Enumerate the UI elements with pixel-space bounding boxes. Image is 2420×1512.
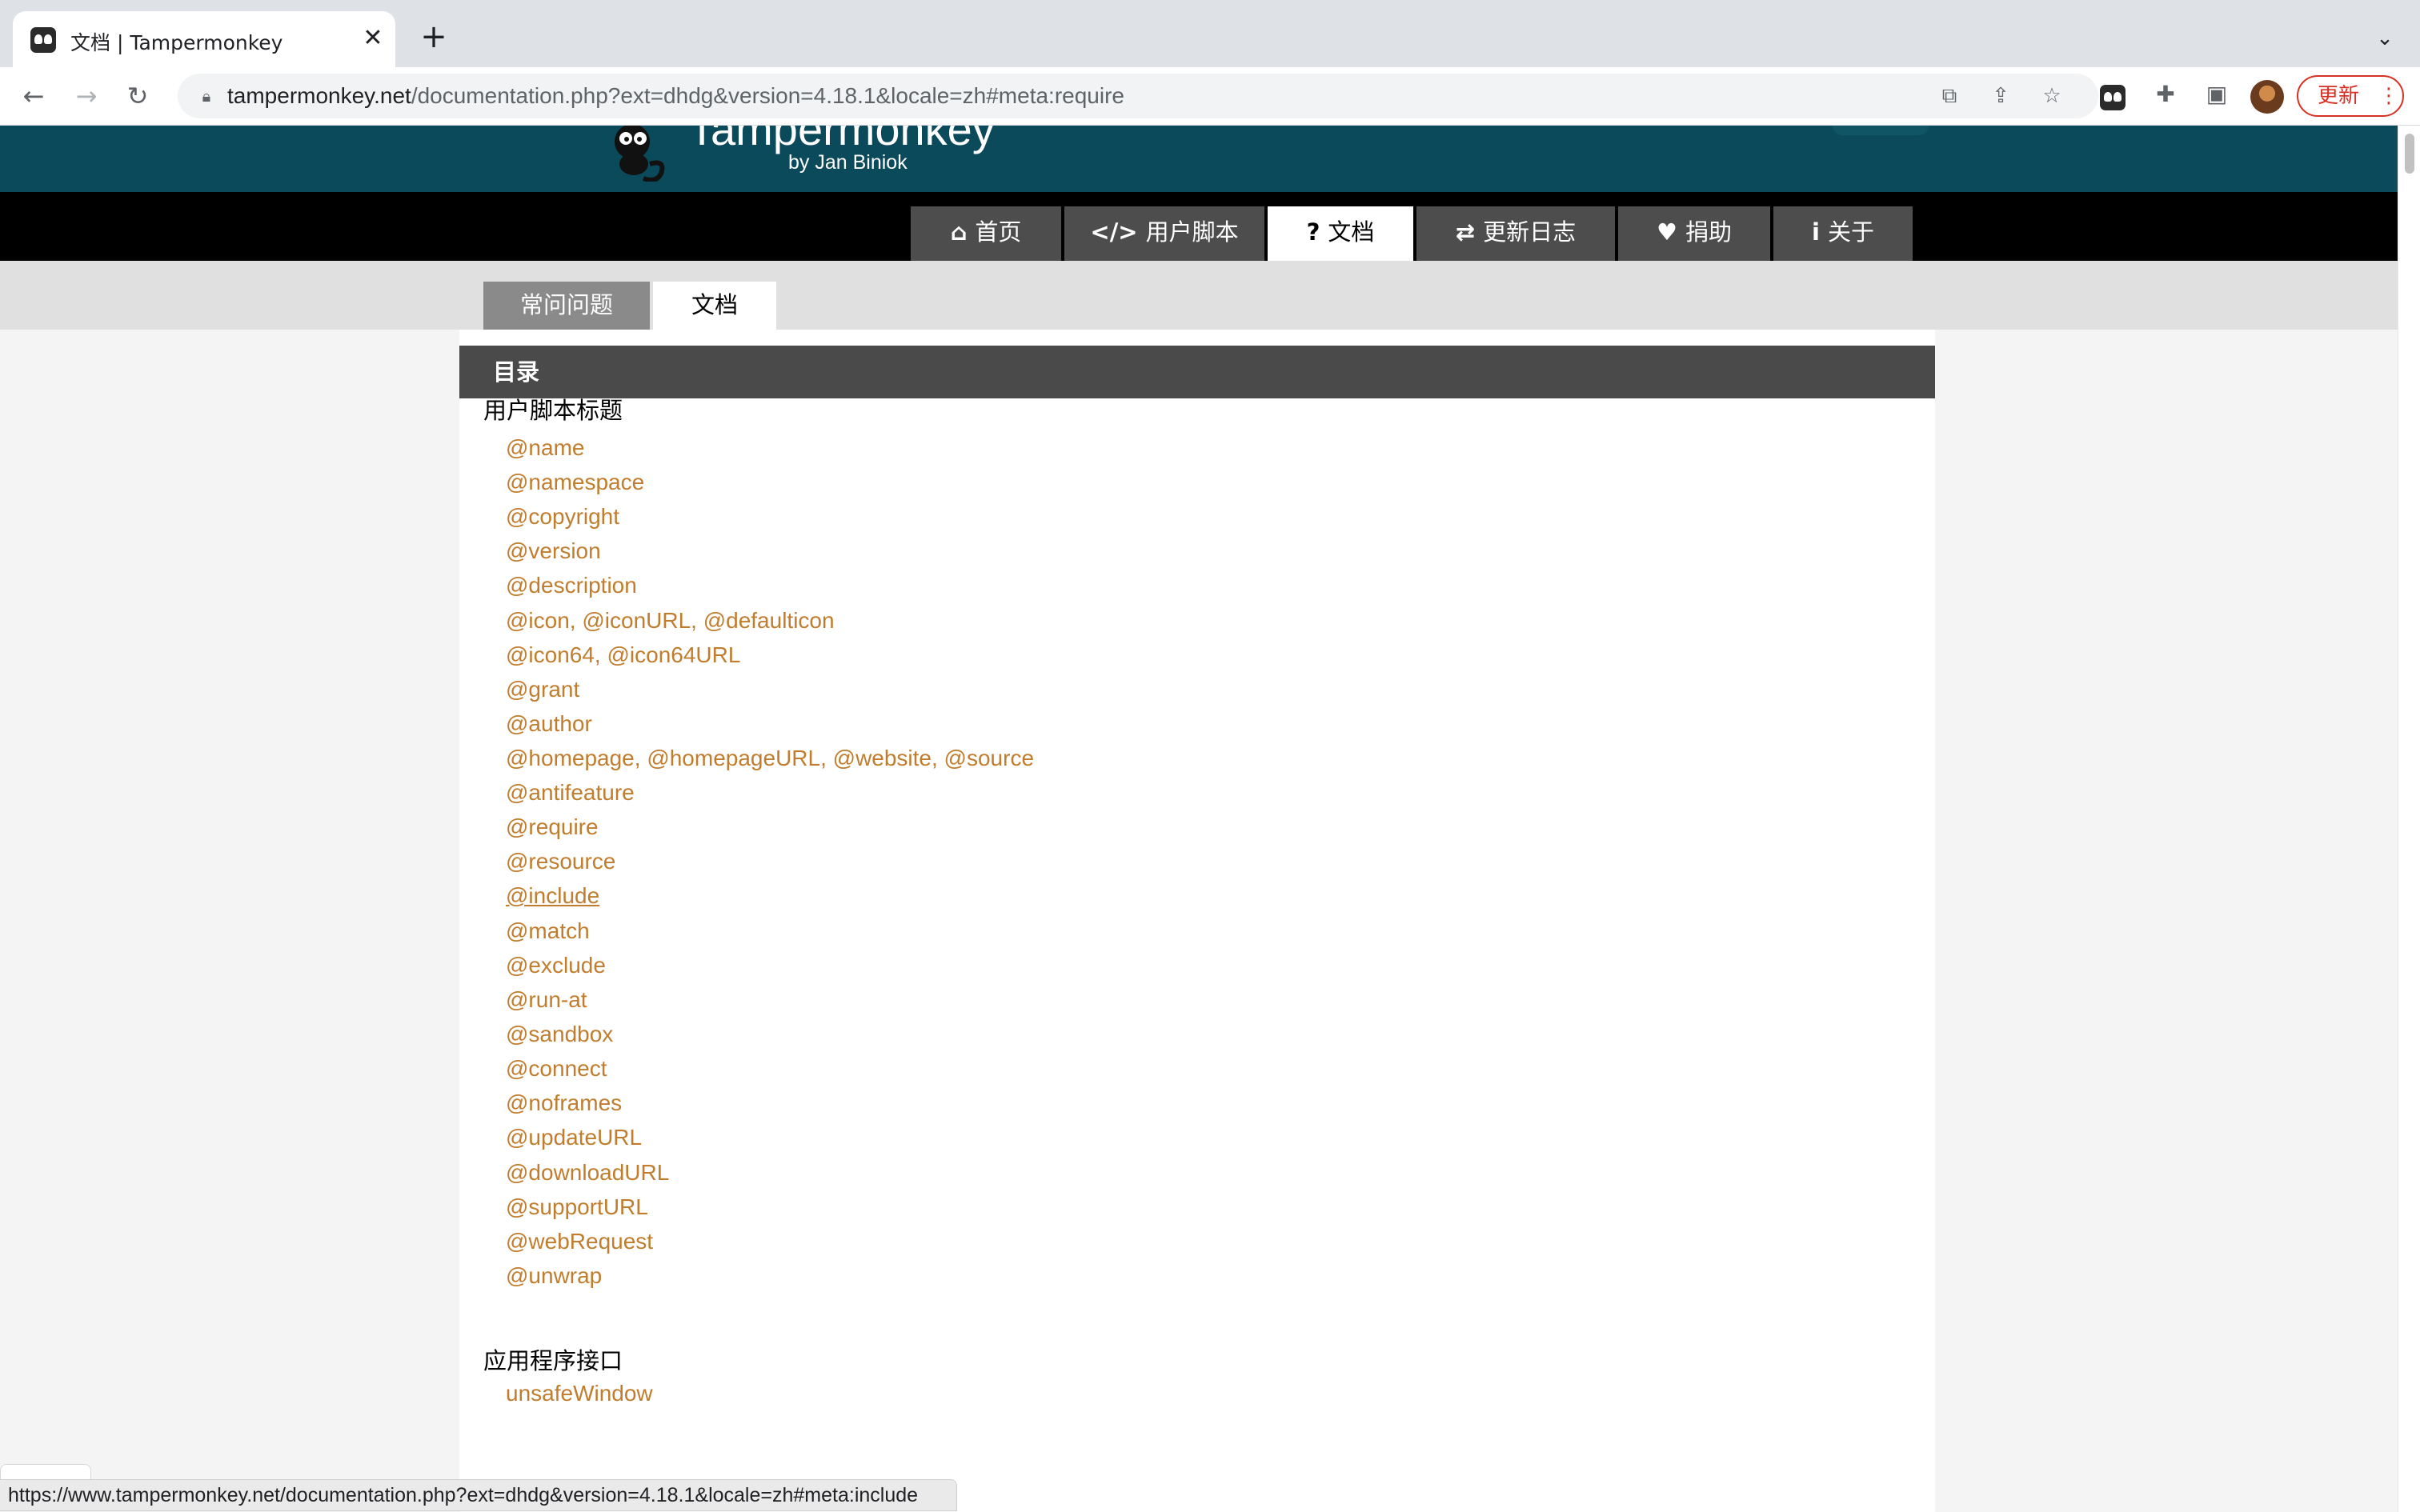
nav-item-label: 更新日志	[1483, 218, 1577, 246]
section-title-api: 应用程序接口	[483, 1347, 623, 1374]
page-scrollbar[interactable]	[2398, 126, 2420, 1512]
more-menu-icon[interactable]: ⋮	[2378, 77, 2399, 115]
toc-link[interactable]: @antifeature	[506, 778, 635, 807]
toc-link[interactable]: @run-at	[506, 986, 587, 1014]
nav-item-changelog[interactable]: ⇄ 更新日志	[1416, 206, 1615, 261]
header-decoration	[1833, 126, 1929, 135]
tampermonkey-extension-icon[interactable]	[2100, 85, 2126, 110]
toc-link[interactable]: @copyright	[506, 502, 619, 531]
nav-item-label: 关于	[1827, 218, 1874, 246]
side-panel-icon[interactable]: ▣	[2201, 78, 2233, 110]
toc-link[interactable]: @namespace	[506, 468, 644, 497]
toc-link[interactable]: @name	[506, 434, 584, 462]
toc-link[interactable]: @connect	[506, 1054, 607, 1083]
nav-item-about[interactable]: i 关于	[1773, 206, 1913, 261]
toc-link[interactable]: @exclude	[506, 951, 606, 980]
toc-link[interactable]: @description	[506, 571, 637, 600]
link-status-bar: https://www.tampermonkey.net/documentati…	[0, 1479, 957, 1511]
tab-strip: 文档 | Tampermonkey ✕ + ⌄	[0, 0, 2420, 67]
tampermonkey-favicon-icon	[30, 27, 56, 53]
translate-icon[interactable]: ⧉	[1935, 82, 1964, 110]
url-text[interactable]: tampermonkey.net/documentation.php?ext=d…	[227, 83, 1124, 109]
toc-link[interactable]: @resource	[506, 847, 615, 876]
site-logo-byline: by Jan Biniok	[788, 151, 908, 174]
documentation-content: 目录 用户脚本标题 @name @namespace @copyright @v…	[459, 330, 1935, 1512]
nav-item-label: 首页	[975, 218, 1022, 246]
tab-faq[interactable]: 常问问题	[483, 282, 650, 330]
nav-item-donate[interactable]: ♥ 捐助	[1618, 206, 1770, 261]
toc-link[interactable]: @sandbox	[506, 1020, 613, 1049]
exchange-icon: ⇄	[1455, 218, 1476, 246]
toc-link[interactable]: @author	[506, 710, 592, 738]
toc-link[interactable]: @webRequest	[506, 1227, 653, 1256]
scrollbar-thumb[interactable]	[2405, 134, 2414, 174]
nav-item-docs[interactable]: ? 文档	[1268, 206, 1413, 261]
toc-link[interactable]: @icon64, @icon64URL	[506, 641, 740, 670]
toc-link[interactable]: @grant	[506, 675, 579, 704]
toc-link[interactable]: @homepage, @homepageURL, @website, @sour…	[506, 744, 1034, 773]
toc-link[interactable]: @icon, @iconURL, @defaulticon	[506, 606, 835, 635]
extensions-puzzle-icon[interactable]: ✚	[2150, 78, 2182, 110]
forward-arrow-icon[interactable]: →	[69, 78, 104, 114]
toc-link[interactable]: @require	[506, 813, 599, 842]
page-viewport: Tampermonkey by Jan Biniok ⌂ 首页 </> 用户脚本 ?…	[0, 126, 2398, 1512]
status-decoration	[0, 1464, 91, 1481]
toc-link[interactable]: @downloadURL	[506, 1158, 669, 1187]
main-nav: ⌂ 首页 </> 用户脚本 ? 文档 ⇄ 更新日志 ♥ 捐助 i 关于	[0, 192, 2398, 261]
toc-link[interactable]: @noframes	[506, 1089, 622, 1118]
toc-link[interactable]: @unwrap	[506, 1262, 602, 1290]
sub-nav: 常问问题 文档	[0, 261, 2398, 330]
info-icon: i	[1812, 218, 1820, 246]
home-icon: ⌂	[950, 218, 968, 246]
toc-heading: 目录	[459, 346, 1935, 398]
lock-icon[interactable]: 🔒︎	[195, 85, 218, 107]
site-header: Tampermonkey by Jan Biniok	[0, 126, 2398, 192]
nav-item-label: 捐助	[1685, 218, 1732, 246]
new-tab-button[interactable]: +	[416, 19, 451, 54]
browser-tab[interactable]: 文档 | Tampermonkey ✕	[13, 11, 395, 67]
tab-documentation[interactable]: 文档	[653, 282, 776, 330]
section-title-userscript-header: 用户脚本标题	[483, 397, 623, 424]
chevron-down-icon[interactable]: ⌄	[2369, 22, 2401, 54]
avatar[interactable]	[2250, 80, 2284, 114]
nav-item-label: 用户脚本	[1145, 218, 1239, 246]
question-icon: ?	[1306, 218, 1320, 246]
toc-link-hovered[interactable]: @include	[506, 882, 599, 910]
browser-toolbar: ← → ↻ 🔒︎ tampermonkey.net/documentation.…	[0, 67, 2420, 126]
tampermonkey-logo-icon[interactable]	[602, 126, 674, 182]
nav-item-label: 文档	[1328, 218, 1375, 246]
update-label: 更新	[2318, 84, 2360, 108]
toc-link[interactable]: @updateURL	[506, 1123, 642, 1152]
address-bar[interactable]: 🔒︎ tampermonkey.net/documentation.php?ex…	[178, 74, 2098, 118]
bookmark-star-icon[interactable]: ☆	[2037, 82, 2066, 110]
share-icon[interactable]: ⇪	[1986, 82, 2015, 110]
heart-icon: ♥	[1656, 218, 1677, 246]
toc-link[interactable]: @version	[506, 537, 601, 566]
code-icon: </>	[1090, 218, 1138, 246]
reload-icon[interactable]: ↻	[120, 78, 155, 114]
toc-link[interactable]: @match	[506, 917, 590, 946]
toc-link[interactable]: unsafeWindow	[506, 1379, 653, 1408]
back-arrow-icon[interactable]: ←	[16, 78, 51, 114]
tab-title: 文档 | Tampermonkey	[70, 31, 283, 54]
toc-link[interactable]: @supportURL	[506, 1193, 648, 1222]
nav-item-userscripts[interactable]: </> 用户脚本	[1064, 206, 1264, 261]
update-button[interactable]: 更新 ⋮	[2297, 75, 2404, 117]
nav-item-home[interactable]: ⌂ 首页	[911, 206, 1061, 261]
close-icon[interactable]: ✕	[359, 24, 387, 53]
